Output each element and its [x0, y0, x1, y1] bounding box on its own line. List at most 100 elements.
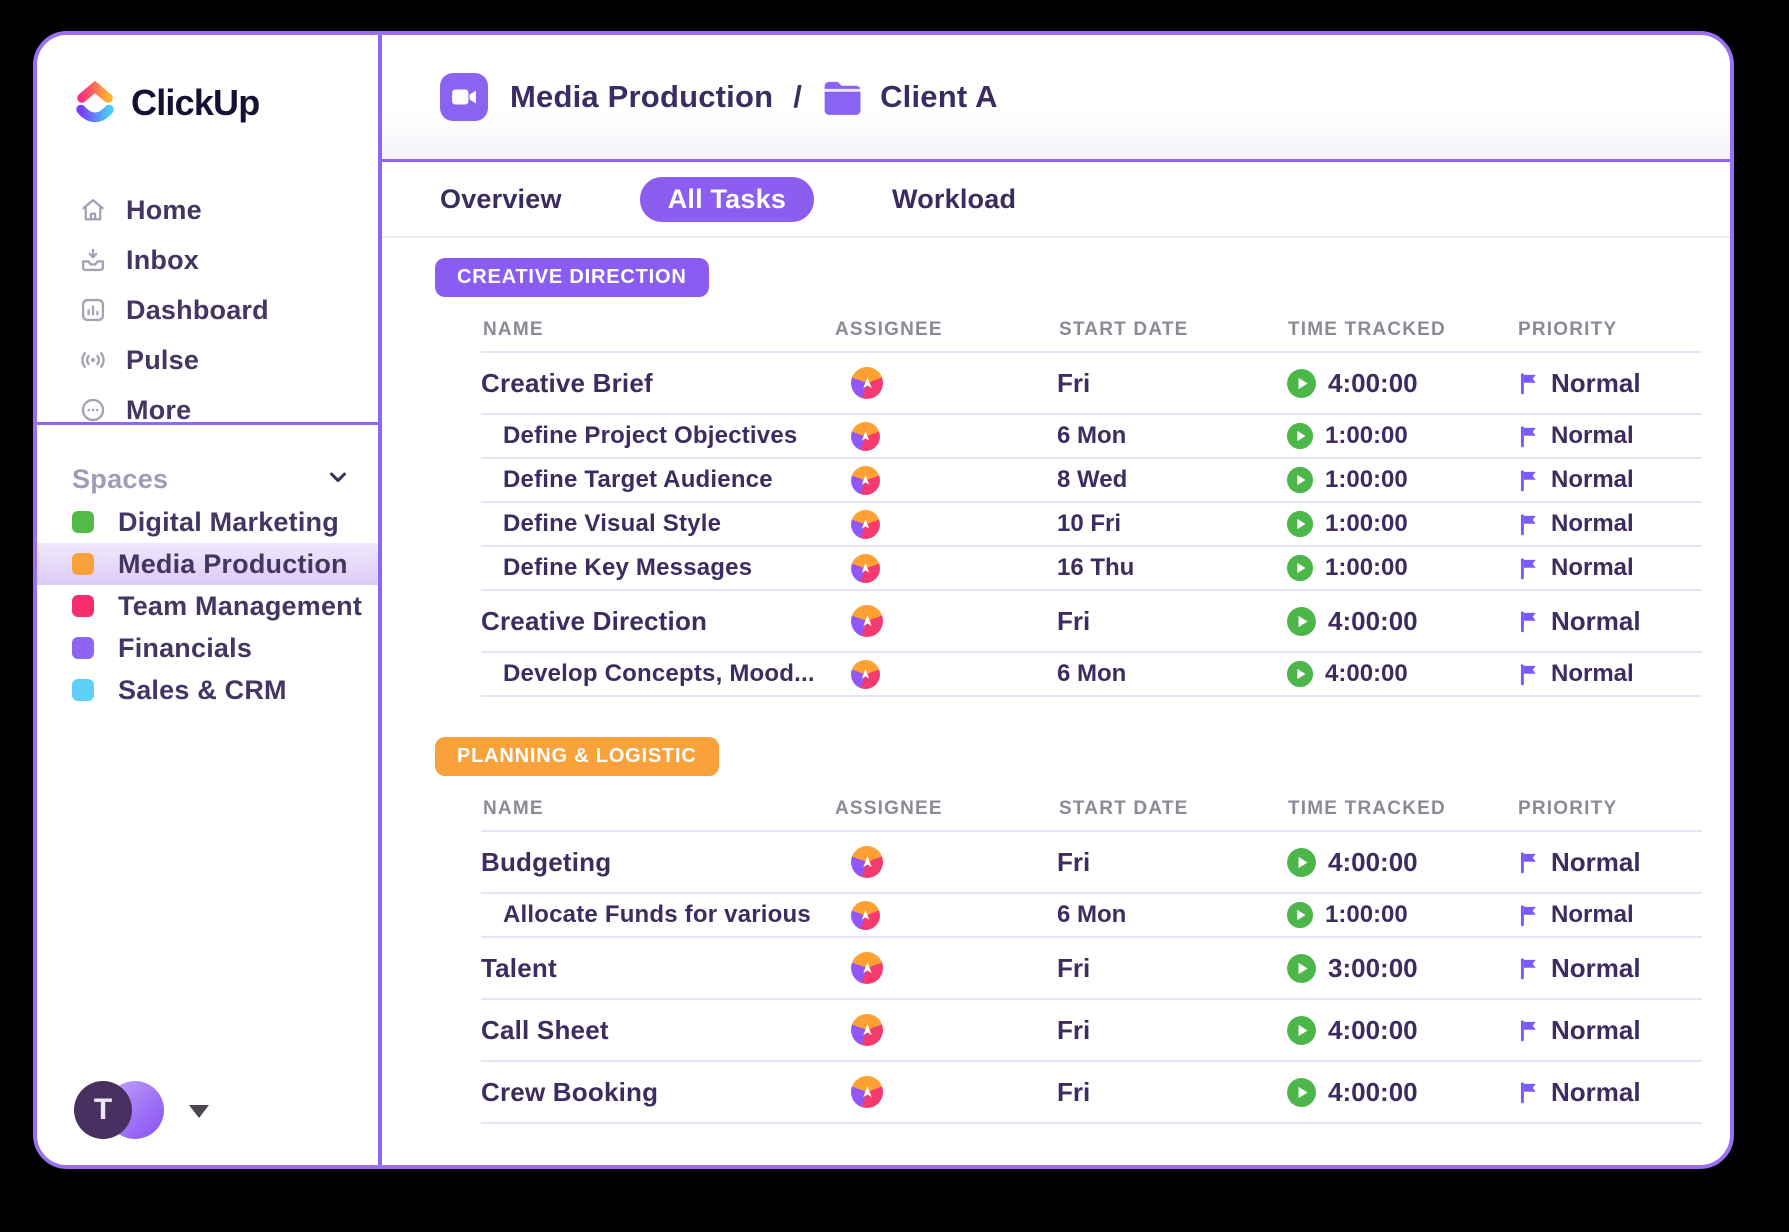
more-icon	[79, 396, 107, 424]
priority-value: Normal	[1551, 606, 1641, 637]
chevron-down-icon[interactable]	[324, 463, 352, 496]
priority-flag-icon	[1516, 1079, 1543, 1106]
play-button[interactable]	[1286, 466, 1314, 494]
task-row-creative-brief[interactable]: Creative Brief Fri 4:00:00 Normal	[481, 353, 1702, 415]
user-menu-caret-icon[interactable]	[189, 1105, 209, 1118]
task-row-talent[interactable]: Talent Fri 3:00:00 Normal	[481, 938, 1702, 1000]
task-row-creative-direction[interactable]: Creative Direction Fri 4:00:00 Normal	[481, 591, 1702, 653]
tab-bar: Overview All Tasks Workload	[382, 162, 1730, 238]
video-camera-icon[interactable]	[440, 73, 488, 121]
priority-value: Normal	[1551, 901, 1634, 929]
priority-flag-icon	[1516, 1017, 1543, 1044]
task-start-date: Fri	[1057, 1015, 1286, 1046]
priority-value: Normal	[1551, 847, 1641, 878]
task-row-crew-booking[interactable]: Crew Booking Fri 4:00:00 Normal	[481, 1062, 1702, 1124]
task-start-date: Fri	[1057, 847, 1286, 878]
play-button[interactable]	[1286, 953, 1317, 984]
sidebar-space-digital-marketing[interactable]: Digital Marketing	[37, 501, 378, 543]
dashboard-icon	[79, 296, 107, 324]
column-header-priority: PRIORITY	[1516, 798, 1702, 820]
time-tracked-value: 1:00:00	[1325, 554, 1408, 582]
task-name: Creative Direction	[481, 606, 833, 637]
task-name: Creative Brief	[481, 368, 833, 399]
play-button[interactable]	[1286, 901, 1314, 929]
priority-flag-icon	[1516, 849, 1543, 876]
assignee-avatar[interactable]	[851, 901, 880, 930]
play-button[interactable]	[1286, 510, 1314, 538]
task-row-budgeting[interactable]: Budgeting Fri 4:00:00 Normal	[481, 832, 1702, 894]
play-button[interactable]	[1286, 660, 1314, 688]
tab-overview[interactable]: Overview	[440, 184, 562, 215]
assignee-avatar[interactable]	[851, 510, 880, 539]
sidebar-item-dashboard[interactable]: Dashboard	[37, 285, 378, 335]
table-header-row: NAMEASSIGNEESTART DATETIME TRACKEDPRIORI…	[481, 796, 1702, 832]
play-button[interactable]	[1286, 554, 1314, 582]
main-area: Media Production / Client A OverviewAll …	[382, 35, 1730, 1165]
column-header-priority: PRIORITY	[1516, 319, 1702, 341]
tab-workload[interactable]: Workload	[892, 184, 1016, 215]
assignee-avatar[interactable]	[851, 1014, 883, 1046]
sidebar-item-inbox[interactable]: Inbox	[37, 235, 378, 285]
pulse-icon	[79, 346, 107, 374]
assignee-avatar[interactable]	[851, 367, 883, 399]
priority-flag-icon	[1516, 467, 1543, 494]
section-badge[interactable]: CREATIVE DIRECTION	[435, 258, 709, 297]
play-button[interactable]	[1286, 368, 1317, 399]
task-section-creative-direction: CREATIVE DIRECTION NAMEASSIGNEESTART DAT…	[435, 258, 1730, 697]
folder-icon	[822, 79, 864, 116]
sidebar-space-sales-crm[interactable]: Sales & CRM	[37, 669, 378, 711]
time-tracked-value: 1:00:00	[1325, 422, 1408, 450]
task-row-define-visual-style[interactable]: Define Visual Style 10 Fri 1:00:00 Norma…	[481, 503, 1702, 547]
home-icon	[79, 196, 107, 224]
assignee-avatar[interactable]	[851, 952, 883, 984]
spaces-list: Digital Marketing Media Production Team …	[37, 501, 378, 711]
task-table: NAMEASSIGNEESTART DATETIME TRACKEDPRIORI…	[481, 796, 1702, 1124]
sidebar-space-media-production[interactable]: Media Production	[37, 543, 378, 585]
assignee-avatar[interactable]	[851, 554, 880, 583]
assignee-avatar[interactable]	[851, 605, 883, 637]
task-row-define-key-messages[interactable]: Define Key Messages 16 Thu 1:00:00 Norma…	[481, 547, 1702, 591]
tab-all-tasks[interactable]: All Tasks	[640, 177, 814, 222]
space-color-swatch	[72, 637, 94, 659]
task-name: Develop Concepts, Mood...	[481, 660, 833, 688]
task-list-content: CREATIVE DIRECTION NAMEASSIGNEESTART DAT…	[382, 238, 1730, 1165]
space-color-swatch	[72, 553, 94, 575]
play-button[interactable]	[1286, 847, 1317, 878]
section-badge[interactable]: PLANNING & LOGISTIC	[435, 737, 719, 776]
breadcrumb-project[interactable]: Media Production	[510, 79, 773, 115]
space-color-swatch	[72, 511, 94, 533]
assignee-avatar[interactable]	[851, 466, 880, 495]
assignee-avatar[interactable]	[851, 422, 880, 451]
task-row-call-sheet[interactable]: Call Sheet Fri 4:00:00 Normal	[481, 1000, 1702, 1062]
task-row-define-target-audience[interactable]: Define Target Audience 8 Wed 1:00:00 Nor…	[481, 459, 1702, 503]
play-button[interactable]	[1286, 606, 1317, 637]
table-header-row: NAMEASSIGNEESTART DATETIME TRACKEDPRIORI…	[481, 317, 1702, 353]
play-button[interactable]	[1286, 1015, 1317, 1046]
priority-flag-icon	[1516, 511, 1543, 538]
user-avatar[interactable]: T	[74, 1081, 132, 1139]
spaces-header[interactable]: Spaces	[72, 463, 352, 496]
sidebar-item-home[interactable]: Home	[37, 185, 378, 235]
assignee-avatar[interactable]	[851, 1076, 883, 1108]
assignee-avatar[interactable]	[851, 660, 880, 689]
task-start-date: 6 Mon	[1057, 422, 1286, 450]
app-window: ClickUp Home Inbox Dashboard Pulse More …	[33, 31, 1734, 1169]
inbox-icon	[79, 246, 107, 274]
sidebar-divider	[37, 422, 378, 425]
sidebar-space-financials[interactable]: Financials	[37, 627, 378, 669]
breadcrumb-folder[interactable]: Client A	[880, 79, 998, 115]
sidebar-item-more[interactable]: More	[37, 385, 378, 435]
column-header-start-date: START DATE	[1057, 319, 1286, 341]
time-tracked-value: 4:00:00	[1328, 1077, 1418, 1108]
task-row-define-project-objectives[interactable]: Define Project Objectives 6 Mon 1:00:00 …	[481, 415, 1702, 459]
assignee-avatar[interactable]	[851, 846, 883, 878]
space-color-swatch	[72, 679, 94, 701]
sidebar-item-pulse[interactable]: Pulse	[37, 335, 378, 385]
column-header-name: NAME	[481, 798, 833, 820]
sidebar-space-team-management[interactable]: Team Management	[37, 585, 378, 627]
play-button[interactable]	[1286, 1077, 1317, 1108]
task-row-allocate-funds-for-various[interactable]: Allocate Funds for various 6 Mon 1:00:00…	[481, 894, 1702, 938]
task-row-develop-concepts-mood[interactable]: Develop Concepts, Mood... 6 Mon 4:00:00 …	[481, 653, 1702, 697]
play-button[interactable]	[1286, 422, 1314, 450]
task-name: Talent	[481, 953, 833, 984]
